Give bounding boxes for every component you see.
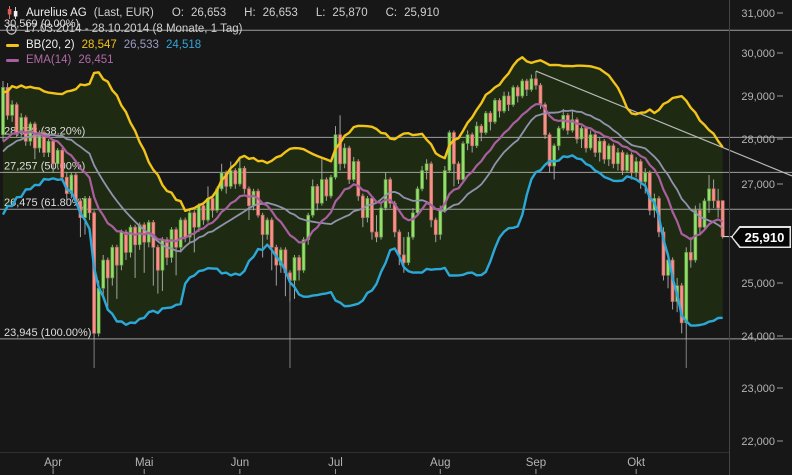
svg-text:29,000: 29,000 <box>741 91 775 103</box>
svg-text:22,000: 22,000 <box>741 436 775 448</box>
svg-text:23,945 (100.00%): 23,945 (100.00%) <box>4 327 91 339</box>
bb-upper-value: 28,547 <box>82 39 117 51</box>
svg-text:Jun: Jun <box>231 457 250 469</box>
legend-ema[interactable]: EMA(14) 26,451 <box>6 54 114 66</box>
ema-legend-swatch <box>6 59 19 62</box>
bb-lower-value: 24,518 <box>166 39 201 51</box>
open-label: O: <box>172 7 184 19</box>
svg-text:27,257 (50.00%): 27,257 (50.00%) <box>4 160 85 172</box>
last-price-badge: 25,910 <box>731 226 791 248</box>
svg-text:31,000: 31,000 <box>741 8 775 20</box>
date-range: 17.03.2014 - 28.10.2014 (8 Monate, 1 Tag… <box>24 23 242 35</box>
svg-text:27,000: 27,000 <box>741 179 775 191</box>
low-value: 25,870 <box>332 7 367 19</box>
svg-text:24,000: 24,000 <box>741 331 775 343</box>
series-type: (Last, EUR) <box>94 7 154 19</box>
ema-label: EMA(14) <box>26 54 71 66</box>
time-axis[interactable]: Apr Mai Jun Jul Aug Sep Okt <box>44 457 646 474</box>
vertical-marker-lines[interactable] <box>94 302 686 368</box>
last-price-value: 25,910 <box>738 230 785 245</box>
svg-text:30,000: 30,000 <box>741 48 775 60</box>
instrument-header[interactable]: Aurelius AG (Last, EUR) O: 26,653 H: 26,… <box>6 6 439 19</box>
svg-text:Jul: Jul <box>328 457 343 469</box>
svg-text:Aug: Aug <box>430 457 450 469</box>
clock-icon <box>6 24 17 35</box>
date-range-row[interactable]: 17.03.2014 - 28.10.2014 (8 Monate, 1 Tag… <box>6 23 242 35</box>
bb-legend-swatch <box>6 44 19 47</box>
candlestick-icon <box>6 6 19 19</box>
close-label: C: <box>386 7 398 19</box>
bb-label: BB(20, 2) <box>26 39 75 51</box>
svg-text:Mai: Mai <box>135 457 154 469</box>
low-label: L: <box>316 7 326 19</box>
svg-text:Sep: Sep <box>526 457 546 469</box>
high-label: H: <box>244 7 256 19</box>
legend-bollinger[interactable]: BB(20, 2) 28,547 26,533 24,518 <box>6 39 201 51</box>
bb-middle-value: 26,533 <box>124 39 159 51</box>
open-value: 26,653 <box>191 7 226 19</box>
svg-text:25,000: 25,000 <box>741 278 775 290</box>
svg-text:28,000: 28,000 <box>741 134 775 146</box>
svg-text:23,000: 23,000 <box>741 383 775 395</box>
price-chart[interactable]: 30,569 (0.00%)28,038 (38.20%)27,257 (50.… <box>0 0 792 475</box>
chart-window: 30,569 (0.00%)28,038 (38.20%)27,257 (50.… <box>0 0 792 475</box>
svg-text:Okt: Okt <box>627 457 646 469</box>
instrument-name: Aurelius AG <box>26 7 87 19</box>
close-value: 25,910 <box>404 7 439 19</box>
svg-text:Apr: Apr <box>44 457 62 469</box>
ema-value: 26,451 <box>78 54 113 66</box>
high-value: 26,653 <box>263 7 298 19</box>
